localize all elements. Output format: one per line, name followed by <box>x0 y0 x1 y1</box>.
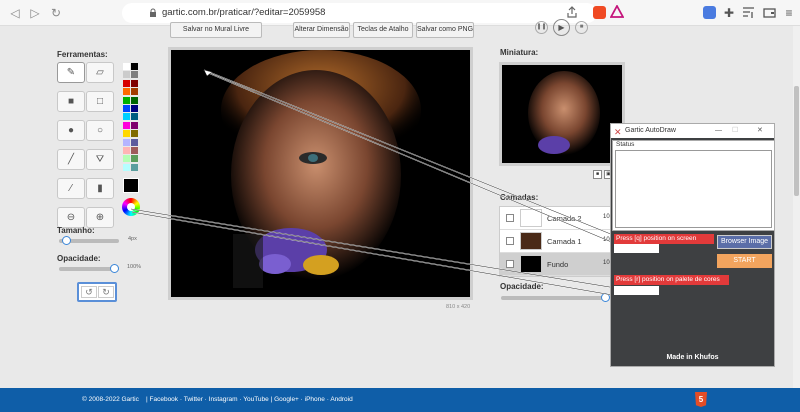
screen-position-field[interactable] <box>614 244 659 253</box>
autodraw-title: Gartic AutoDraw <box>625 127 676 134</box>
browser-image-button[interactable]: Browser Image <box>717 235 772 249</box>
palette-position-field[interactable] <box>614 286 659 295</box>
app-icon: ✕ <box>614 127 622 137</box>
autodraw-titlebar: ✕ Gartic AutoDraw — ☐ ✕ <box>611 124 774 138</box>
credit-text: Made in Khufos <box>666 354 719 361</box>
html5-badge-icon: 5 <box>695 392 707 407</box>
footer-link-instagram[interactable]: Instagram <box>209 396 238 403</box>
copyright-text: © 2008-2022 Gartic <box>82 396 139 403</box>
status-textbox[interactable] <box>615 150 772 228</box>
footer-link-android[interactable]: Android <box>330 396 352 403</box>
footer-links: | Facebook · Twitter · Instagram · YouTu… <box>146 388 353 412</box>
footer-link-youtube[interactable]: YouTube <box>243 396 269 403</box>
press-r-label: Press [r] position on palete de cores <box>614 275 729 285</box>
start-button[interactable]: START <box>717 254 772 268</box>
press-q-label: Press [q] position on screen <box>614 234 714 244</box>
footer-link-facebook[interactable]: Facebook <box>150 396 179 403</box>
minimize-icon[interactable]: — <box>715 124 722 138</box>
status-label: Status <box>616 141 635 148</box>
footer-link-iphone[interactable]: iPhone <box>305 396 325 403</box>
status-group: Status <box>612 140 775 231</box>
close-icon[interactable]: ✕ <box>757 124 763 138</box>
autodraw-window: ✕ Gartic AutoDraw — ☐ ✕ Status Press [q]… <box>610 123 775 367</box>
maximize-icon[interactable]: ☐ <box>732 124 738 138</box>
page-footer: © 2008-2022 Gartic | Facebook · Twitter … <box>0 388 800 412</box>
footer-link-google[interactable]: Google+ <box>274 396 299 403</box>
footer-link-twitter[interactable]: Twitter <box>184 396 203 403</box>
